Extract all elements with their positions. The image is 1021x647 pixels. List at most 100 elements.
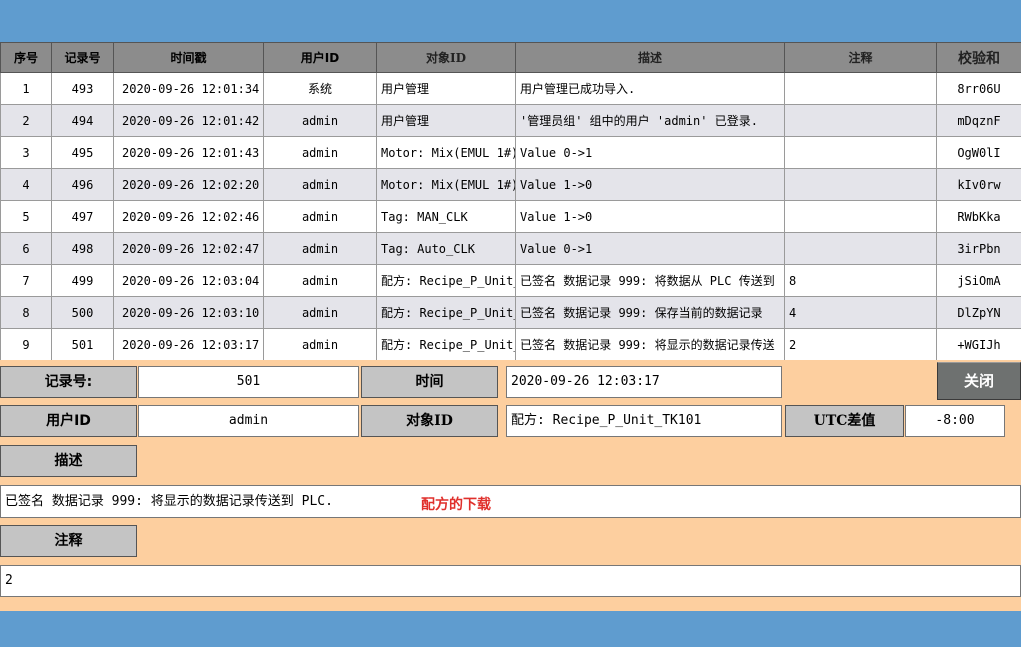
comment-field: 2 [0, 565, 1021, 597]
cell-user-id: admin [263, 328, 377, 361]
close-button[interactable]: 关闭 [937, 362, 1021, 400]
time-label: 时间 [361, 366, 498, 398]
comment-label: 注释 [0, 525, 137, 557]
col-header-timestamp[interactable]: 时间戳 [113, 42, 264, 73]
record-no-label: 记录号: [0, 366, 137, 398]
cell-object-id: 配方: Recipe_P_Unit_ [376, 328, 516, 361]
table-row[interactable]: 8 500 2020-09-26 12:03:10 admin 配方: Recipe_P… [0, 296, 1021, 329]
time-field: 2020-09-26 12:03:17 [506, 366, 782, 398]
cell-description: Value 1->0 [515, 200, 785, 233]
cell-description: Value 1->0 [515, 168, 785, 201]
utc-offset-label: UTC差值 [785, 405, 904, 437]
cell-index: 3 [0, 136, 52, 169]
table-row[interactable]: 5 497 2020-09-26 12:02:46 admin Tag: MAN_CLK… [0, 200, 1021, 233]
record-detail-panel: 记录号: 501 时间 2020-09-26 12:03:17 关闭 用户ID … [0, 360, 1021, 611]
cell-record-no: 494 [51, 104, 114, 137]
cell-checksum: OgW0lI [936, 136, 1021, 169]
col-header-user-id[interactable]: 用户ID [263, 42, 377, 73]
cell-description: 用户管理已成功导入. [515, 72, 785, 105]
cell-checksum: 3irPbn [936, 232, 1021, 265]
audit-log-table: 序号 记录号 时间戳 用户ID 对象ID 描述 注释 校验和 1 493 2020-… [0, 42, 1021, 361]
user-id-label: 用户ID [0, 405, 137, 437]
cell-record-no: 498 [51, 232, 114, 265]
record-no-field: 501 [138, 366, 359, 398]
cell-object-id: Motor: Mix(EMUL 1#) [376, 168, 516, 201]
cell-user-id: admin [263, 232, 377, 265]
cell-description: 已签名 数据记录 999: 保存当前的数据记录 [515, 296, 785, 329]
bottom-bar [0, 611, 1021, 647]
table-row[interactable]: 4 496 2020-09-26 12:02:20 admin Motor: Mix(E… [0, 168, 1021, 201]
cell-description: 已签名 数据记录 999: 将数据从 PLC 传送到 [515, 264, 785, 297]
cell-record-no: 500 [51, 296, 114, 329]
description-annotation: 配方的下载 [421, 497, 491, 513]
cell-timestamp: 2020-09-26 12:03:04 [113, 264, 264, 297]
cell-comment [784, 104, 937, 137]
table-header-row: 序号 记录号 时间戳 用户ID 对象ID 描述 注释 校验和 [0, 42, 1021, 73]
cell-user-id: admin [263, 264, 377, 297]
description-label: 描述 [0, 445, 137, 477]
table-row[interactable]: 6 498 2020-09-26 12:02:47 admin Tag: Auto_CL… [0, 232, 1021, 265]
description-field: 已签名 数据记录 999: 将显示的数据记录传送到 PLC. [0, 485, 1021, 518]
col-header-comment[interactable]: 注释 [784, 42, 937, 73]
cell-object-id: Tag: MAN_CLK [376, 200, 516, 233]
cell-index: 8 [0, 296, 52, 329]
object-id-label: 对象ID [361, 405, 498, 437]
cell-timestamp: 2020-09-26 12:02:46 [113, 200, 264, 233]
cell-user-id: admin [263, 200, 377, 233]
cell-record-no: 493 [51, 72, 114, 105]
cell-object-id: 配方: Recipe_P_Unit_ [376, 264, 516, 297]
cell-record-no: 501 [51, 328, 114, 361]
cell-timestamp: 2020-09-26 12:01:34 [113, 72, 264, 105]
cell-timestamp: 2020-09-26 12:02:20 [113, 168, 264, 201]
cell-index: 5 [0, 200, 52, 233]
user-id-field: admin [138, 405, 359, 437]
cell-checksum: jSiOmA [936, 264, 1021, 297]
cell-description: Value 0->1 [515, 232, 785, 265]
cell-index: 6 [0, 232, 52, 265]
cell-comment: 2 [784, 328, 937, 361]
cell-index: 4 [0, 168, 52, 201]
cell-checksum: mDqznF [936, 104, 1021, 137]
cell-checksum: RWbKka [936, 200, 1021, 233]
cell-record-no: 497 [51, 200, 114, 233]
cell-user-id: admin [263, 296, 377, 329]
table-row[interactable]: 9 501 2020-09-26 12:03:17 admin 配方: Recipe_P… [0, 328, 1021, 361]
table-row[interactable]: 1 493 2020-09-26 12:01:34 系统 用户管理 用户管理已成功导入. 8… [0, 72, 1021, 105]
cell-checksum: DlZpYN [936, 296, 1021, 329]
table-row[interactable]: 7 499 2020-09-26 12:03:04 admin 配方: Recipe_P… [0, 264, 1021, 297]
cell-object-id: Tag: Auto_CLK [376, 232, 516, 265]
col-header-index[interactable]: 序号 [0, 42, 52, 73]
col-header-description[interactable]: 描述 [515, 42, 785, 73]
cell-comment [784, 200, 937, 233]
cell-object-id: Motor: Mix(EMUL 1#) [376, 136, 516, 169]
cell-timestamp: 2020-09-26 12:01:43 [113, 136, 264, 169]
cell-record-no: 495 [51, 136, 114, 169]
col-header-checksum[interactable]: 校验和 [936, 42, 1021, 73]
cell-record-no: 496 [51, 168, 114, 201]
cell-index: 2 [0, 104, 52, 137]
cell-index: 7 [0, 264, 52, 297]
cell-comment: 8 [784, 264, 937, 297]
cell-description: Value 0->1 [515, 136, 785, 169]
cell-comment [784, 72, 937, 105]
col-header-object-id[interactable]: 对象ID [376, 42, 516, 73]
cell-comment: 4 [784, 296, 937, 329]
col-header-record-no[interactable]: 记录号 [51, 42, 114, 73]
top-bar [0, 0, 1021, 42]
object-id-field: 配方: Recipe_P_Unit_TK101 [506, 405, 782, 437]
cell-user-id: 系统 [263, 72, 377, 105]
cell-timestamp: 2020-09-26 12:03:17 [113, 328, 264, 361]
cell-checksum: +WGIJh [936, 328, 1021, 361]
cell-object-id: 用户管理 [376, 104, 516, 137]
utc-offset-field: -8:00 [905, 405, 1005, 437]
cell-checksum: kIv0rw [936, 168, 1021, 201]
cell-comment [784, 232, 937, 265]
cell-object-id: 用户管理 [376, 72, 516, 105]
table-row[interactable]: 2 494 2020-09-26 12:01:42 admin 用户管理 '管理员组' 组… [0, 104, 1021, 137]
cell-user-id: admin [263, 104, 377, 137]
cell-comment [784, 168, 937, 201]
cell-index: 1 [0, 72, 52, 105]
cell-user-id: admin [263, 168, 377, 201]
cell-checksum: 8rr06U [936, 72, 1021, 105]
table-row[interactable]: 3 495 2020-09-26 12:01:43 admin Motor: Mix(E… [0, 136, 1021, 169]
